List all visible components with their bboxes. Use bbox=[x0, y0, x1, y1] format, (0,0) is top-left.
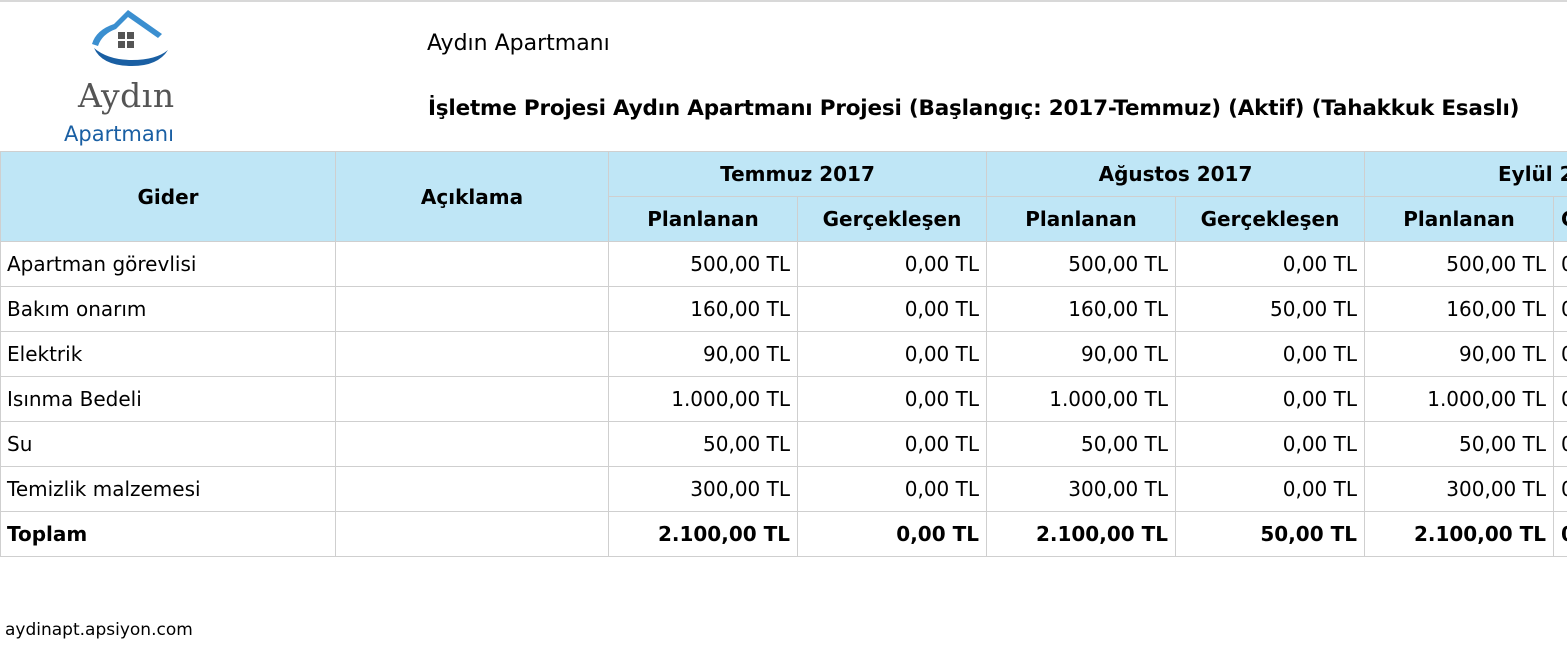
expense-description bbox=[335, 331, 609, 377]
subheader-planned: Planlanan bbox=[608, 196, 798, 242]
footer-site-url: aydinapt.apsiyon.com bbox=[5, 620, 193, 640]
expense-name: Bakım onarım bbox=[0, 286, 336, 332]
logo-text-aydin: Aydın bbox=[78, 76, 175, 115]
expense-description bbox=[335, 466, 609, 512]
planned-amount: 90,00 TL bbox=[1364, 331, 1554, 377]
actual-amount: 0,00 TL bbox=[1175, 421, 1365, 467]
planned-amount: 300,00 TL bbox=[1364, 466, 1554, 512]
planned-amount: 2.100,00 TL bbox=[986, 511, 1176, 557]
logo-text-apartmani: Apartmanı bbox=[64, 122, 174, 146]
actual-amount: 0,00 TL bbox=[797, 241, 987, 287]
expense-name: Su bbox=[0, 421, 336, 467]
subheader-planned: Planlanan bbox=[1364, 196, 1554, 242]
expense-description bbox=[335, 511, 609, 557]
actual-amount: 0,00 TL bbox=[1175, 241, 1365, 287]
expense-description bbox=[335, 241, 609, 287]
table-row: Bakım onarım 160,00 TL 0,00 TL 160,00 TL 50,… bbox=[0, 286, 1567, 332]
actual-amount: 0,00 TL bbox=[797, 466, 987, 512]
expense-name: Temizlik malzemesi bbox=[0, 466, 336, 512]
apartment-logo: Aydın Apartmanı bbox=[60, 4, 200, 150]
top-divider bbox=[0, 0, 1567, 2]
actual-amount: 0,00 TL bbox=[1553, 421, 1567, 467]
table-row: Isınma Bedeli 1.000,00 TL 0,00 TL 1.000,00 … bbox=[0, 376, 1567, 422]
planned-amount: 90,00 TL bbox=[986, 331, 1176, 377]
report-title: İşletme Projesi Aydın Apartmanı Projesi … bbox=[428, 96, 1520, 121]
column-header-aciklama: Açıklama bbox=[335, 151, 609, 242]
actual-amount: 0,00 TL bbox=[797, 376, 987, 422]
actual-amount: 50,00 TL bbox=[1175, 286, 1365, 332]
subheader-actual: Gerçekleşen bbox=[1175, 196, 1365, 242]
house-logo-icon bbox=[92, 10, 168, 66]
actual-amount: 0,00 TL bbox=[1553, 376, 1567, 422]
actual-amount: 0,00 TL bbox=[1175, 331, 1365, 377]
expense-name: Elektrik bbox=[0, 331, 336, 377]
expense-description bbox=[335, 286, 609, 332]
planned-amount: 2.100,00 TL bbox=[608, 511, 798, 557]
header-row-months: Gider Açıklama Temmuz 2017 Ağustos 2017 … bbox=[0, 151, 1567, 242]
month-header: Eylül 2017 bbox=[1364, 151, 1567, 197]
budget-table: Gider Açıklama Temmuz 2017 Ağustos 2017 … bbox=[0, 151, 1567, 557]
actual-amount: 0,00 TL bbox=[797, 286, 987, 332]
actual-amount: 0,00 TL bbox=[1553, 466, 1567, 512]
actual-amount: 0,00 TL bbox=[1553, 511, 1567, 557]
planned-amount: 50,00 TL bbox=[986, 421, 1176, 467]
month-header: Ağustos 2017 bbox=[986, 151, 1365, 197]
expense-name: Isınma Bedeli bbox=[0, 376, 336, 422]
planned-amount: 1.000,00 TL bbox=[1364, 376, 1554, 422]
table-row: Apartman görevlisi 500,00 TL 0,00 TL 500,00… bbox=[0, 241, 1567, 287]
actual-amount: 0,00 TL bbox=[1175, 466, 1365, 512]
actual-amount: 0,00 TL bbox=[1553, 331, 1567, 377]
budget-table-container: Gider Açıklama Temmuz 2017 Ağustos 2017 … bbox=[0, 151, 1567, 561]
actual-amount: 0,00 TL bbox=[797, 421, 987, 467]
planned-amount: 1.000,00 TL bbox=[608, 376, 798, 422]
planned-amount: 500,00 TL bbox=[608, 241, 798, 287]
actual-amount: 0,00 TL bbox=[1553, 241, 1567, 287]
planned-amount: 50,00 TL bbox=[608, 421, 798, 467]
planned-amount: 90,00 TL bbox=[608, 331, 798, 377]
total-row: Toplam 2.100,00 TL 0,00 TL 2.100,00 TL 50,00… bbox=[0, 511, 1567, 557]
planned-amount: 50,00 TL bbox=[1364, 421, 1554, 467]
total-label: Toplam bbox=[0, 511, 336, 557]
planned-amount: 1.000,00 TL bbox=[986, 376, 1176, 422]
planned-amount: 300,00 TL bbox=[608, 466, 798, 512]
expense-description bbox=[335, 421, 609, 467]
subheader-actual: Gerçekleşen bbox=[1553, 196, 1567, 242]
actual-amount: 0,00 TL bbox=[1553, 286, 1567, 332]
actual-amount: 0,00 TL bbox=[797, 331, 987, 377]
month-header: Temmuz 2017 bbox=[608, 151, 987, 197]
actual-amount: 0,00 TL bbox=[1175, 376, 1365, 422]
expense-description bbox=[335, 376, 609, 422]
planned-amount: 500,00 TL bbox=[1364, 241, 1554, 287]
planned-amount: 160,00 TL bbox=[1364, 286, 1554, 332]
table-row: Temizlik malzemesi 300,00 TL 0,00 TL 300,00… bbox=[0, 466, 1567, 512]
table-row: Elektrik 90,00 TL 0,00 TL 90,00 TL 0,00 TL 90… bbox=[0, 331, 1567, 377]
planned-amount: 2.100,00 TL bbox=[1364, 511, 1554, 557]
planned-amount: 300,00 TL bbox=[986, 466, 1176, 512]
column-header-gider: Gider bbox=[0, 151, 336, 242]
subheader-actual: Gerçekleşen bbox=[797, 196, 987, 242]
planned-amount: 500,00 TL bbox=[986, 241, 1176, 287]
planned-amount: 160,00 TL bbox=[608, 286, 798, 332]
table-row: Su 50,00 TL 0,00 TL 50,00 TL 0,00 TL 50,00 TL… bbox=[0, 421, 1567, 467]
apartment-name: Aydın Apartmanı bbox=[427, 31, 610, 56]
actual-amount: 50,00 TL bbox=[1175, 511, 1365, 557]
expense-name: Apartman görevlisi bbox=[0, 241, 336, 287]
actual-amount: 0,00 TL bbox=[797, 511, 987, 557]
planned-amount: 160,00 TL bbox=[986, 286, 1176, 332]
subheader-planned: Planlanan bbox=[986, 196, 1176, 242]
